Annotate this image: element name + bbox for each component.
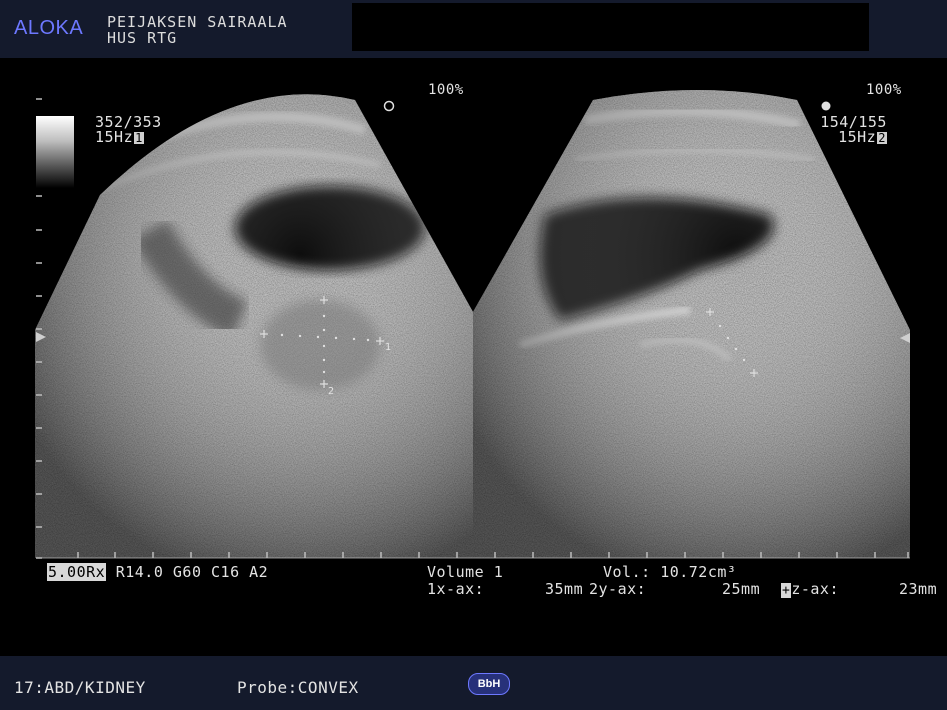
volume-result: Vol.: 10.72cm³ (603, 563, 736, 581)
gain-params: R14.0 G60 C16 A2 (115, 563, 269, 581)
exam-preset[interactable]: 17:ABD/KIDNEY (14, 678, 146, 697)
right-sector-image (473, 90, 910, 558)
x-axis-label: 1x-ax: (427, 580, 485, 598)
right-frame-info: 154/155 15Hz 2 (819, 115, 887, 145)
y-axis-label: 2y-ax: (589, 580, 647, 598)
caliper-label-2: 2 (328, 386, 335, 397)
probe-type[interactable]: Probe:CONVEX (237, 678, 359, 697)
right-zoom-level: 100% (866, 82, 902, 98)
left-frame-info: 352/353 15Hz 1 (95, 115, 162, 145)
left-image-index: 1 (134, 131, 144, 145)
z-axis-index-icon: + (781, 583, 792, 598)
left-zoom-level: 100% (428, 82, 464, 98)
user-badge[interactable]: BbH (468, 673, 510, 695)
volume-label: Vol.: (603, 563, 651, 581)
z-axis-value: 23mm (899, 580, 938, 598)
imaging-settings: 5.00Rx R14.0 G60 C16 A2 (47, 563, 268, 581)
left-sector-image (35, 94, 473, 559)
orientation-marker-right (821, 101, 831, 111)
right-frame-rate: 15Hz (838, 128, 877, 146)
x-axis-value: 35mm (545, 580, 584, 598)
frequency-setting[interactable]: 5.00Rx (47, 563, 107, 581)
ultrasound-images (35, 90, 910, 559)
z-axis-measure: +z-ax: (781, 580, 839, 598)
right-image-index: 2 (877, 131, 887, 145)
volume-value: 10.72cm³ (660, 563, 737, 581)
grayscale-bar (36, 116, 74, 188)
orientation-marker-left (383, 100, 395, 112)
z-axis-label: z-ax: (791, 580, 839, 598)
volume-title: Volume 1 (427, 563, 504, 581)
y-axis-value: 25mm (722, 580, 761, 598)
caliper-label-1: 1 (385, 342, 392, 353)
left-frame-rate: 15Hz (95, 128, 134, 146)
